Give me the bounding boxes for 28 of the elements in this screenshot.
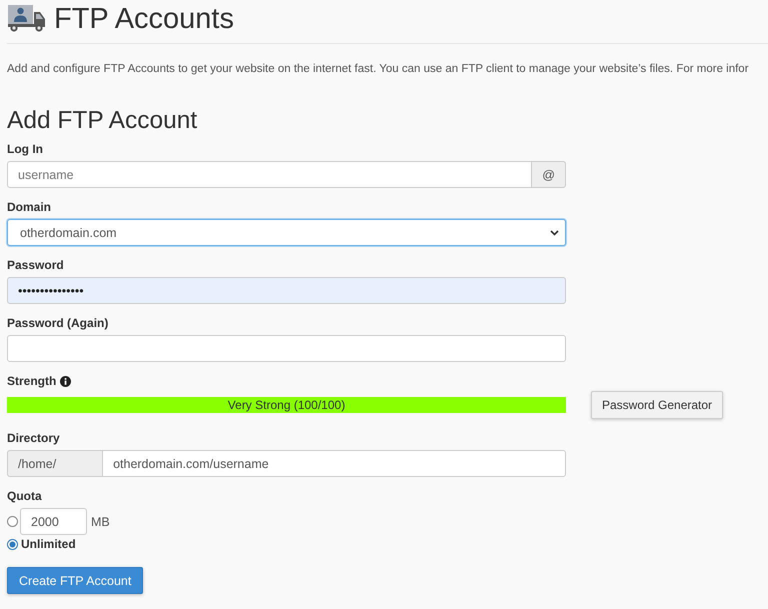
login-input[interactable]: username xyxy=(7,161,532,188)
field-label: Directory xyxy=(7,430,60,447)
create-account-button[interactable]: Create FTP Account xyxy=(7,567,144,594)
field-label: Password (Again) xyxy=(7,315,108,332)
page-title: FTP Accounts xyxy=(54,2,234,36)
password-generator-button[interactable]: Password Generator xyxy=(591,391,724,419)
info-icon[interactable] xyxy=(60,376,72,386)
field-label: Domain xyxy=(7,199,52,216)
field-label: Password xyxy=(7,257,64,274)
radio-button[interactable] xyxy=(7,516,18,527)
directory-prefix: /home/ xyxy=(7,450,102,477)
truck-user-icon xyxy=(7,4,46,32)
password-again-input[interactable] xyxy=(7,335,566,362)
at-addon: @ xyxy=(532,161,566,188)
quota-input[interactable]: 2000 xyxy=(20,508,87,535)
unit-label: MB xyxy=(91,514,110,528)
domain-select[interactable]: otherdomain.com xyxy=(7,219,566,246)
page-description: Add and configure FTP Accounts to get your website on the internet fast. You can use an FTP client to manage your website’s files. For more infor xyxy=(7,62,750,77)
field-label: Quota xyxy=(7,488,42,505)
directory-input[interactable]: otherdomain.com/username xyxy=(102,450,566,477)
caret-icon xyxy=(550,230,559,236)
section-title: Add FTP Account xyxy=(7,106,198,136)
radio-label: Unlimited xyxy=(21,537,76,551)
password-input[interactable]: ••••••••••••••• xyxy=(7,277,566,304)
strength-reading: Very Strong (100/100) xyxy=(228,398,346,412)
field-label: Strength xyxy=(7,373,56,390)
radio-button[interactable] xyxy=(7,538,18,550)
field-label: Log In xyxy=(7,141,43,158)
